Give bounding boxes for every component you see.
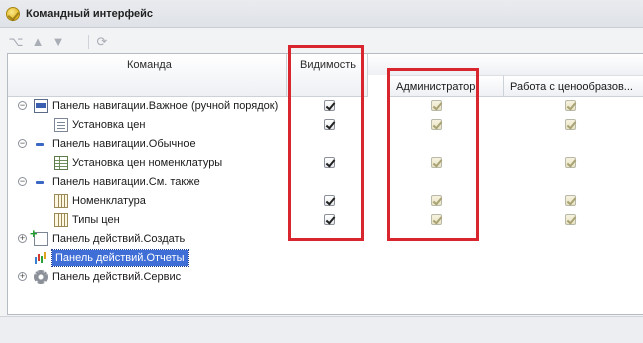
command-label[interactable]: Панель действий.Создать [52,233,185,245]
collapse-toggle-icon[interactable]: − [18,139,27,148]
app-logo-icon [6,7,20,21]
bottom-panel [0,316,643,343]
command-label[interactable]: Панель действий.Сервис [52,271,181,283]
toolbar-separator [88,35,89,49]
admin-role-checkbox[interactable] [431,100,442,111]
catalog-icon [54,213,68,227]
column-header-role-admin[interactable]: Администратор [390,75,504,97]
gear-icon [34,270,48,284]
table-row[interactable]: − Панель навигации.Обычное [8,135,643,154]
column-header-command-label: Команда [127,59,172,71]
command-label[interactable]: Номенклатура [72,195,146,207]
column-header-role-admin-label: Администратор [396,81,476,93]
column-header-roles [368,54,643,75]
column-header-visibility-label: Видимость [300,59,356,71]
visibility-checkbox[interactable] [324,195,335,206]
column-header-role-pricing[interactable]: Работа с ценообразов... [504,75,643,97]
command-label[interactable]: Типы цен [72,214,120,226]
commands-grid[interactable]: Команда Видимость Администратор Работа с… [7,53,643,315]
table-row[interactable]: + Панель действий.Создать [8,226,643,249]
window-title: Командный интерфейс [26,8,153,20]
collapse-toggle-icon[interactable]: − [18,101,27,110]
expand-toggle-icon[interactable]: + [18,272,27,281]
table-row[interactable]: Номенклатура [8,192,643,211]
toolbar: ⌥ ▲ ▼ ⟳ [8,32,128,52]
catalog-icon [54,194,68,208]
command-label[interactable]: Панель навигации.См. также [52,176,200,188]
command-label[interactable]: Панель навигации.Обычное [52,138,196,150]
title-bar: Командный интерфейс [0,0,643,28]
expand-toggle-icon[interactable]: + [18,234,27,243]
pricing-role-checkbox[interactable] [565,119,576,130]
command-interface-window: Командный интерфейс ⌥ ▲ ▼ ⟳ Команда Види… [0,0,643,343]
report-icon [34,251,48,265]
table-row[interactable]: − Панель навигации.Важное (ручной порядок… [8,97,643,116]
table-row[interactable]: Панель действий.Отчеты [8,249,643,268]
command-label[interactable]: Установка цен [72,119,145,131]
table-row[interactable]: Установка цен номенклатуры [8,154,643,173]
column-header-visibility[interactable]: Видимость [287,54,368,97]
refresh-icon[interactable]: ⟳ [94,34,110,50]
visibility-checkbox[interactable] [324,100,335,111]
arrow-down-icon[interactable]: ▼ [50,34,66,50]
table-row[interactable]: + Панель действий.Сервис [8,268,643,287]
command-label[interactable]: Установка цен номенклатуры [72,157,222,169]
command-label[interactable]: Панель действий.Отчеты [51,249,189,267]
minus-icon [34,175,48,189]
command-label[interactable]: Панель навигации.Важное (ручной порядок) [52,100,278,112]
arrow-up-icon[interactable]: ▲ [30,34,46,50]
pricing-role-checkbox[interactable] [565,214,576,225]
collapse-toggle-icon[interactable]: − [18,177,27,186]
minus-icon [34,137,48,151]
visibility-checkbox[interactable] [324,214,335,225]
table-row[interactable]: Установка цен [8,116,643,135]
admin-role-checkbox[interactable] [431,195,442,206]
document-icon [54,118,68,132]
pricing-role-checkbox[interactable] [565,195,576,206]
visibility-checkbox[interactable] [324,157,335,168]
table-icon [54,156,68,170]
pricing-role-checkbox[interactable] [565,100,576,111]
visibility-checkbox[interactable] [324,119,335,130]
create-icon [30,226,48,246]
column-header-role-pricing-label: Работа с ценообразов... [510,81,633,93]
column-header-command[interactable]: Команда [8,54,287,97]
pricing-role-checkbox[interactable] [565,157,576,168]
admin-role-checkbox[interactable] [431,214,442,225]
navbar-icon [34,99,48,113]
table-row[interactable]: Типы цен [8,211,643,230]
table-row[interactable]: − Панель навигации.См. также [8,173,643,192]
tree-icon[interactable]: ⌥ [8,34,24,50]
admin-role-checkbox[interactable] [431,119,442,130]
admin-role-checkbox[interactable] [431,157,442,168]
